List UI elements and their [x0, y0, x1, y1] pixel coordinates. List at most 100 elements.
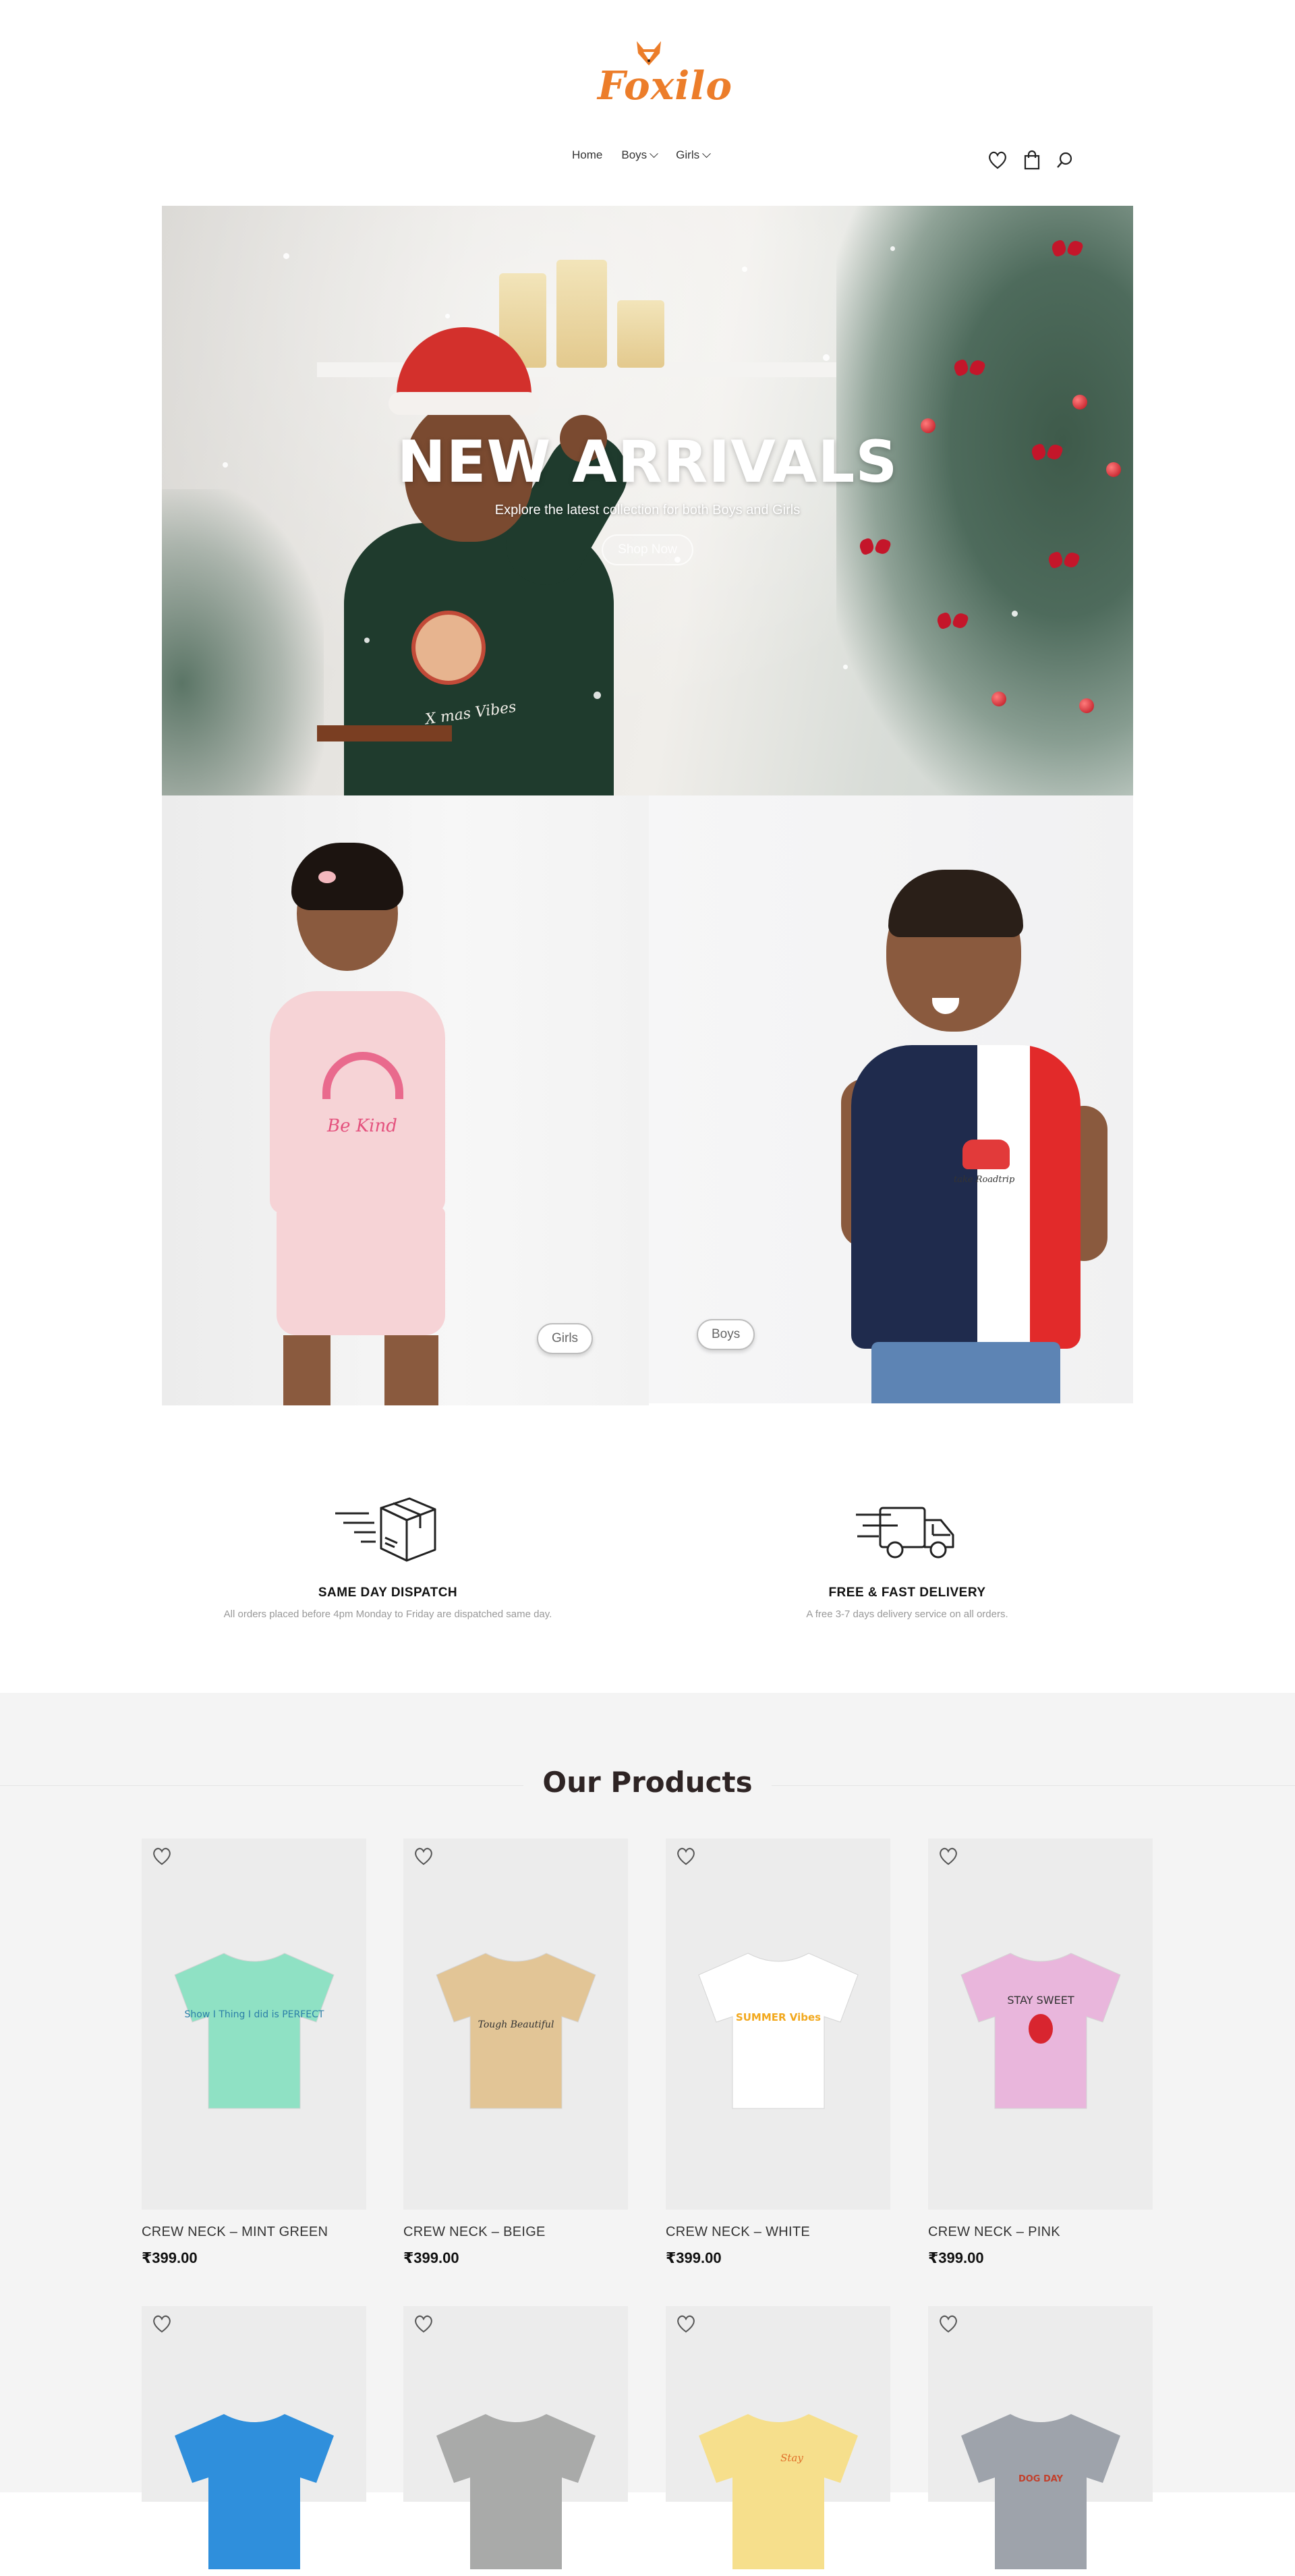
main-nav: Home Boys Girls: [572, 148, 711, 162]
product-card[interactable]: DOG DAY: [928, 2306, 1153, 2569]
site-header: Foxilo Home Boys Girls: [0, 0, 1295, 206]
tshirt-print: STAY SWEET: [1007, 1994, 1074, 2007]
feature-title: FREE & FAST DELIVERY: [828, 1586, 986, 1600]
feature-description: All orders placed before 4pm Monday to F…: [223, 1608, 552, 1620]
tshirt-image: Show I Thing I did is PERFECT: [174, 1953, 335, 2109]
pink-tshirt: [270, 991, 445, 1214]
snowflake: [1012, 611, 1018, 617]
polo-shirt: [851, 1045, 1081, 1349]
shop-now-button[interactable]: Shop Now: [602, 534, 693, 565]
tshirt-image: [436, 2414, 596, 2569]
product-image[interactable]: Stay: [666, 2306, 890, 2569]
hero-banner: X mas Vibes NEW ARRIVALS Explore the lat…: [162, 206, 1133, 795]
wishlist-heart-icon[interactable]: [413, 1847, 434, 1866]
tshirt-image: [175, 2414, 334, 2569]
child-legs: [283, 1335, 438, 1405]
chevron-down-icon: [650, 148, 659, 158]
wishlist-heart-icon[interactable]: [675, 1847, 697, 1866]
strawberry-icon: [1029, 2014, 1053, 2044]
tshirt-print: DOG DAY: [1018, 2474, 1064, 2484]
feature-title: SAME DAY DISPATCH: [318, 1586, 458, 1600]
product-price: ₹399.00: [666, 2249, 722, 2266]
wooden-chair: [317, 725, 452, 795]
pink-shorts: [277, 1207, 445, 1335]
boys-category-button[interactable]: Boys: [697, 1319, 755, 1350]
tshirt-print: Show I Thing I did is PERFECT: [185, 2009, 324, 2020]
tshirt-image: Stay: [699, 2414, 858, 2569]
product-card[interactable]: [142, 2306, 366, 2569]
girls-category-button[interactable]: Girls: [537, 1323, 594, 1354]
wishlist-heart-icon[interactable]: [938, 2314, 959, 2333]
product-image[interactable]: [403, 2306, 628, 2569]
header-icons: [987, 150, 1074, 170]
hero-subtitle: Explore the latest collection for both B…: [494, 503, 801, 517]
snowflake: [742, 267, 747, 272]
product-image[interactable]: Tough Beautiful: [403, 1839, 628, 2210]
product-card[interactable]: Show I Thing I did is PERFECT CREW NECK …: [142, 1839, 366, 2267]
product-name[interactable]: CREW NECK – WHITE: [666, 2224, 890, 2240]
child-hair: [888, 870, 1023, 937]
shirt-print-text: Be Kind: [327, 1116, 397, 1136]
product-card[interactable]: STAY SWEET CREW NECK – PINK ₹399.00: [928, 1839, 1153, 2267]
hair-clip: [318, 871, 336, 883]
child-hair: [291, 843, 403, 910]
hero-content: NEW ARRIVALS Explore the latest collecti…: [162, 428, 1133, 565]
tshirt-image: Tough Beautiful: [436, 1953, 596, 2109]
foxilo-logo[interactable]: Foxilo: [594, 37, 732, 111]
snowflake: [843, 665, 848, 669]
product-price: ₹399.00: [928, 2249, 984, 2266]
features-section: SAME DAY DISPATCH All orders placed befo…: [0, 1405, 1295, 1693]
tshirt-print: Stay: [780, 2452, 803, 2464]
product-name[interactable]: CREW NECK – PINK: [928, 2224, 1153, 2240]
product-name[interactable]: CREW NECK – BEIGE: [403, 2224, 628, 2240]
nav-item-girls[interactable]: Girls: [676, 148, 711, 162]
wishlist-heart-icon[interactable]: [151, 1847, 173, 1866]
car-print: [962, 1140, 1010, 1169]
tshirt-print: SUMMER Vibes: [736, 2011, 821, 2023]
wishlist-heart-icon[interactable]: [151, 2314, 173, 2333]
snowflake: [445, 314, 450, 318]
hero-title: NEW ARRIVALS: [397, 428, 898, 496]
brand-name: Foxilo: [598, 63, 733, 109]
search-icon[interactable]: [1056, 150, 1074, 169]
product-name[interactable]: CREW NECK – MINT GREEN: [142, 2224, 366, 2240]
category-tile-girls[interactable]: Be Kind Girls: [162, 795, 649, 1405]
product-image[interactable]: STAY SWEET: [928, 1839, 1153, 2210]
wishlist-heart-icon[interactable]: [675, 2314, 697, 2333]
product-card[interactable]: Tough Beautiful CREW NECK – BEIGE ₹399.0…: [403, 1839, 628, 2267]
santa-hat-band: [388, 392, 540, 415]
snowflake: [364, 638, 370, 643]
shopping-bag-icon[interactable]: [1023, 150, 1041, 170]
tshirt-image: DOG DAY: [961, 2414, 1120, 2569]
wishlist-heart-icon[interactable]: [413, 2314, 434, 2333]
nav-item-label: Girls: [676, 148, 700, 161]
tree-ornament: [1072, 395, 1087, 410]
product-image[interactable]: Show I Thing I did is PERFECT: [142, 1839, 366, 2210]
snowflake: [823, 354, 830, 361]
nav-item-label: Boys: [621, 148, 648, 161]
product-card[interactable]: SUMMER Vibes CREW NECK – WHITE ₹399.00: [666, 1839, 890, 2267]
category-tile-boys[interactable]: take Roadtrip Boys: [649, 795, 1133, 1403]
wishlist-heart-icon[interactable]: [938, 1847, 959, 1866]
tree-ornament: [1079, 698, 1094, 713]
product-price: ₹399.00: [403, 2249, 459, 2266]
blue-jeans: [871, 1342, 1060, 1403]
shirt-print-text: take Roadtrip: [954, 1175, 1015, 1185]
product-image[interactable]: [142, 2306, 366, 2569]
snowflake: [283, 253, 289, 259]
tree-ornament: [991, 692, 1006, 706]
product-image[interactable]: SUMMER Vibes: [666, 1839, 890, 2210]
tree-bow: [1052, 238, 1082, 258]
nav-item-boys[interactable]: Boys: [621, 148, 659, 162]
nav-item-home[interactable]: Home: [572, 148, 602, 162]
product-card[interactable]: [403, 2306, 628, 2569]
tree-bow: [954, 358, 984, 378]
products-section: Our Products Show I Thing I did is PERFE…: [0, 1693, 1295, 2569]
product-card[interactable]: Stay: [666, 2306, 890, 2569]
feature-free-fast-delivery: FREE & FAST DELIVERY A free 3-7 days del…: [705, 1493, 1110, 1620]
product-image[interactable]: DOG DAY: [928, 2306, 1153, 2569]
chevron-down-icon: [702, 148, 711, 158]
heart-icon[interactable]: [987, 150, 1008, 169]
delivery-truck-icon: [856, 1507, 954, 1559]
tree-bow: [938, 611, 967, 631]
